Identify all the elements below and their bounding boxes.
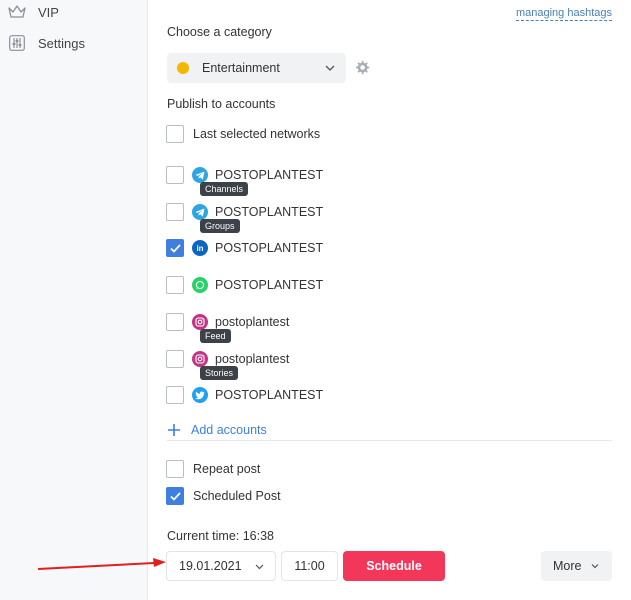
account-checkbox[interactable] [166,166,184,184]
managing-hashtags-link[interactable]: managing hashtags [515,7,612,21]
sidebar: VIP Settings [0,0,148,600]
account-name: postoplantest [215,352,290,366]
whatsapp-icon [192,277,208,293]
more-label: More [553,559,582,573]
account-row-telegram[interactable]: POSTOPLANTEST [166,203,323,221]
add-accounts-button[interactable]: Add accounts [167,423,267,437]
date-picker[interactable]: 19.01.2021 [166,551,276,581]
account-checkbox[interactable] [166,350,184,368]
sidebar-item-label: VIP [38,4,59,20]
last-selected-networks-option[interactable]: Last selected networks [166,125,320,143]
account-row-whatsapp[interactable]: POSTOPLANTEST [166,276,323,294]
account-row-linkedin[interactable]: in POSTOPLANTEST [166,239,323,257]
twitter-icon [192,387,208,403]
publish-title: Publish to accounts [167,97,276,111]
telegram-icon [192,167,208,183]
current-time-label: Current time: 16:38 [167,529,274,543]
add-accounts-label: Add accounts [191,423,267,437]
category-select[interactable]: Entertainment [167,53,346,83]
account-checkbox[interactable] [166,203,184,221]
account-name: POSTOPLANTEST [215,241,324,255]
chevron-down-icon [325,65,335,71]
gear-icon[interactable] [354,60,370,76]
time-input[interactable]: 11:00 [281,551,338,581]
sidebar-item-vip[interactable]: VIP [8,0,59,24]
plus-icon [168,424,180,436]
category-title: Choose a category [167,25,272,39]
category-selected-value: Entertainment [202,61,280,75]
account-checkbox[interactable] [166,239,184,257]
account-type-tag: Feed [200,329,231,343]
chevron-down-icon [591,564,599,569]
account-type-tag: Channels [200,182,249,196]
account-name: POSTOPLANTEST [215,388,324,402]
last-selected-label: Last selected networks [193,127,321,141]
instagram-icon [192,351,208,367]
account-type-tag: Stories [200,366,239,380]
account-name: POSTOPLANTEST [215,278,324,292]
category-color-dot [177,62,189,74]
account-name: POSTOPLANTEST [215,168,324,182]
last-selected-checkbox[interactable] [166,125,184,143]
sidebar-item-label: Settings [38,35,85,51]
repeat-post-checkbox[interactable] [166,460,184,478]
date-value: 19.01.2021 [179,559,242,573]
sidebar-item-settings[interactable]: Settings [8,31,85,55]
chevron-down-icon [255,564,264,570]
telegram-icon [192,204,208,220]
schedule-button[interactable]: Schedule [343,551,445,581]
instagram-icon [192,314,208,330]
divider [167,440,612,441]
account-row-twitter[interactable]: POSTOPLANTEST [166,386,323,404]
post-settings-panel: managing hashtags Choose a category Ente… [149,0,631,600]
account-checkbox[interactable] [166,386,184,404]
account-type-tag: Groups [200,219,240,233]
linkedin-icon: in [192,240,208,256]
sliders-icon [8,34,26,52]
more-button[interactable]: More [541,551,612,581]
repeat-post-option[interactable]: Repeat post [166,460,260,478]
scheduled-post-label: Scheduled Post [193,489,281,503]
repeat-post-label: Repeat post [193,462,261,476]
scheduled-post-checkbox[interactable] [166,487,184,505]
account-name: postoplantest [215,315,290,329]
scheduled-post-option[interactable]: Scheduled Post [166,487,281,505]
crown-icon [8,3,26,21]
account-name: POSTOPLANTEST [215,205,324,219]
account-checkbox[interactable] [166,276,184,294]
account-checkbox[interactable] [166,313,184,331]
